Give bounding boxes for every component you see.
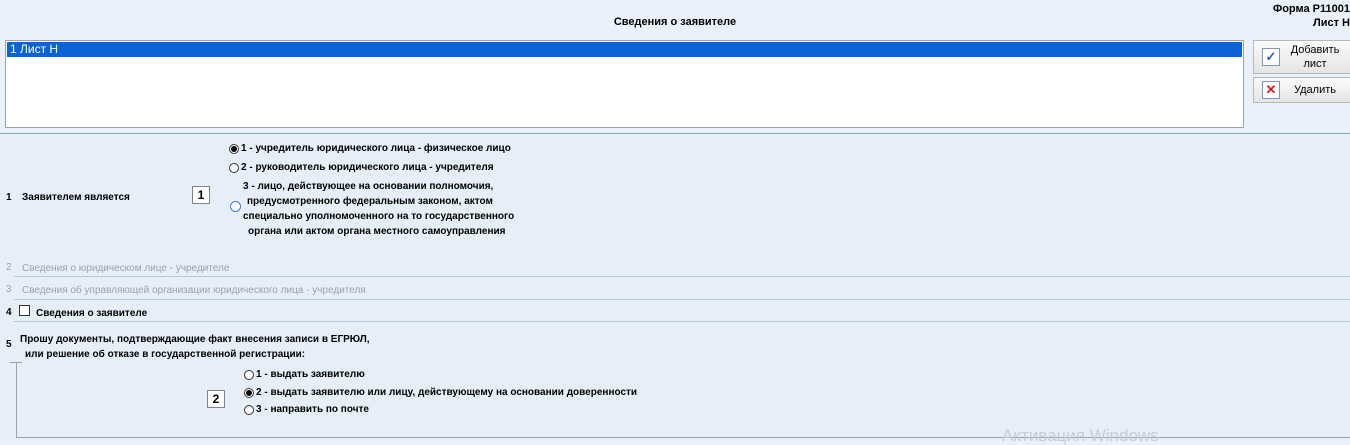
- delete-x-icon: ✕: [1262, 81, 1280, 99]
- option-3-line-4: органа или актом органа местного самоупр…: [248, 226, 506, 237]
- check-document-icon: ✓: [1262, 48, 1280, 66]
- section-4-number: 4: [6, 307, 12, 318]
- delivery-option-3-text: 3 - направить по почте: [256, 404, 369, 415]
- radio-button[interactable]: [244, 369, 254, 380]
- section-3-number: 3: [6, 284, 12, 295]
- option-3-line-1: 3 - лицо, действующее на основании полно…: [243, 181, 494, 192]
- section-1-number: 1: [6, 192, 12, 203]
- delete-sheet-button[interactable]: ✕ Удалить: [1253, 77, 1350, 103]
- form-code-block: Форма Р11001 Лист Н: [1273, 2, 1350, 30]
- section-1-label: Заявителем является: [22, 192, 130, 203]
- sheet-label: Лист Н: [1313, 17, 1350, 29]
- section-2-number: 2: [6, 262, 12, 273]
- option-3-line-2: предусмотренного федеральным законом, ак…: [247, 196, 493, 207]
- section-4-checkbox[interactable]: [19, 305, 30, 316]
- radio-button[interactable]: [229, 162, 239, 173]
- section-2-label[interactable]: Сведения о юридическом лице - учредителе: [22, 263, 229, 274]
- section-5-number: 5: [6, 339, 12, 350]
- section-3-label[interactable]: Сведения об управляющей организации юрид…: [22, 285, 366, 296]
- section-5-label: Прошу документы, подтверждающие факт вне…: [20, 332, 370, 362]
- section-5-label-line-2: или решение об отказе в государственной …: [25, 349, 306, 360]
- add-sheet-label: Добавить лист: [1290, 44, 1340, 70]
- radio-button[interactable]: [244, 387, 254, 398]
- delivery-option-3[interactable]: 3 - направить по почте: [244, 404, 369, 415]
- section-4-label: Сведения о заявителе: [36, 308, 148, 319]
- applicant-option-1-text: 1 - учредитель юридического лица - физич…: [241, 143, 511, 154]
- option-3-line-3: специально уполномоченного на то государ…: [243, 211, 515, 222]
- applicant-option-2[interactable]: 2 - руководитель юридического лица - учр…: [229, 162, 494, 173]
- section-5-value-box[interactable]: 2: [207, 390, 225, 408]
- sheet-list[interactable]: 1 Лист Н: [5, 40, 1244, 128]
- applicant-option-3-text: 3 - лицо, действующее на основании полно…: [243, 179, 514, 239]
- windows-activation-watermark: Активация Windows: [1002, 426, 1159, 445]
- delivery-option-2[interactable]: 2 - выдать заявителю или лицу, действующ…: [244, 387, 637, 398]
- divider: [14, 299, 1350, 300]
- form-code: Форма Р11001: [1272, 3, 1350, 15]
- delivery-option-2-text: 2 - выдать заявителю или лицу, действующ…: [256, 387, 638, 398]
- delivery-option-1[interactable]: 1 - выдать заявителю: [244, 369, 365, 380]
- sheet-list-item-selected[interactable]: 1 Лист Н: [7, 42, 1242, 57]
- applicant-option-3-radio[interactable]: [230, 201, 241, 212]
- radio-button[interactable]: [229, 143, 239, 154]
- page-title: Сведения о заявителе: [613, 16, 737, 28]
- add-sheet-button[interactable]: ✓ Добавить лист: [1253, 40, 1350, 74]
- group-bracket: [16, 362, 17, 437]
- applicant-option-2-text: 2 - руководитель юридического лица - учр…: [241, 162, 494, 173]
- divider: [14, 276, 1350, 277]
- divider: [14, 321, 1350, 322]
- section-1-value-box[interactable]: 1: [192, 186, 210, 204]
- radio-button[interactable]: [244, 404, 254, 415]
- section-5-label-line-1: Прошу документы, подтверждающие факт вне…: [20, 334, 370, 345]
- delivery-option-1-text: 1 - выдать заявителю: [256, 369, 365, 380]
- delete-sheet-label: Удалить: [1294, 84, 1336, 96]
- applicant-option-1[interactable]: 1 - учредитель юридического лица - физич…: [229, 143, 511, 154]
